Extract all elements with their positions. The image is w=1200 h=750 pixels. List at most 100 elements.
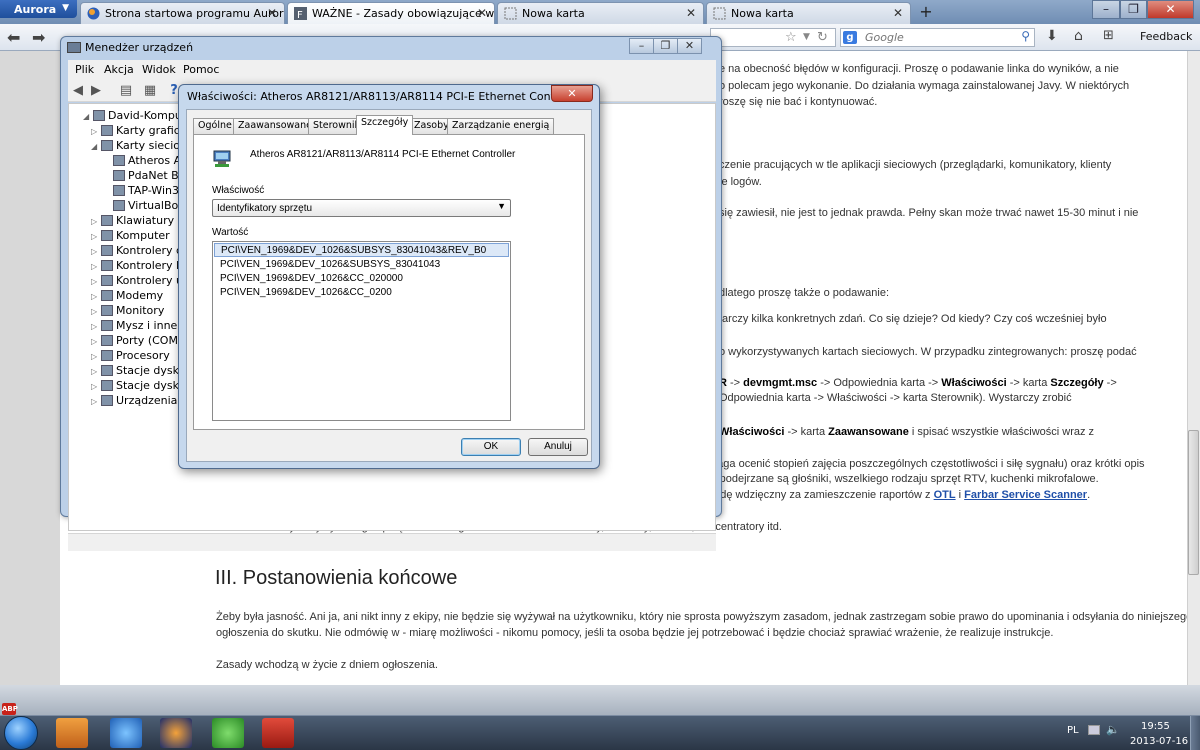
minimize-button[interactable]: – (1092, 0, 1120, 19)
expand-arrow-icon[interactable]: ▷ (91, 307, 101, 316)
scrollbar-thumb[interactable] (1188, 430, 1199, 575)
expand-arrow-icon[interactable]: ▷ (91, 232, 101, 241)
expand-arrow-icon[interactable]: ▷ (91, 367, 101, 376)
cancel-button[interactable]: Anuluj (528, 438, 588, 456)
history-dropdown-icon[interactable]: ▼ (803, 32, 810, 42)
tab-start-page[interactable]: Strona startowa programu Aurora ✕ (80, 2, 285, 24)
close-window-button[interactable]: ✕ (1147, 0, 1194, 19)
list-item[interactable]: PCI\VEN_1969&DEV_1026&CC_020000 (214, 272, 509, 286)
close-icon[interactable]: ✕ (893, 6, 903, 20)
tree-node[interactable]: ▷ Komputer (91, 229, 170, 242)
clock-date[interactable]: 2013-07-16 (1130, 736, 1188, 747)
tree-node[interactable]: ▷ Porty (COM i (91, 334, 185, 347)
feedback-button[interactable]: Feedback (1140, 30, 1192, 43)
tree-node[interactable]: ▷ Kontrolery ur (91, 274, 188, 287)
tree-node[interactable]: TAP-Win3 (113, 184, 179, 197)
back-arrow-icon[interactable]: ⬅ (7, 28, 20, 47)
close-icon[interactable]: ✕ (267, 6, 277, 20)
close-button[interactable]: ✕ (677, 38, 702, 54)
network-tray-icon[interactable] (1088, 725, 1100, 735)
maximize-button[interactable]: ❐ (653, 38, 678, 54)
url-bar[interactable]: ☆ ▼ ↻ (710, 28, 836, 47)
tree-node-label: Procesory (116, 349, 170, 362)
close-icon[interactable]: ✕ (477, 6, 487, 20)
info-app-icon[interactable] (212, 718, 244, 748)
tree-node[interactable]: ▷ Modemy (91, 289, 163, 302)
clock-time[interactable]: 19:55 (1141, 721, 1170, 732)
menu-file[interactable]: Plik (75, 63, 94, 76)
adblock-icon[interactable]: ABP (2, 703, 18, 715)
tab-advanced[interactable]: Zaawansowane (233, 118, 317, 134)
expand-arrow-icon[interactable]: ▷ (91, 277, 101, 286)
list-item[interactable]: PCI\VEN_1969&DEV_1026&SUBSYS_83041043&RE… (214, 243, 509, 257)
media-player-icon[interactable] (56, 718, 88, 748)
reload-icon[interactable]: ↻ (817, 30, 828, 45)
volume-icon[interactable]: 🔈 (1106, 723, 1120, 736)
tab-new-1[interactable]: Nowa karta ✕ (497, 2, 704, 24)
collapse-arrow-icon[interactable]: ◢ (83, 112, 93, 121)
otl-link[interactable]: OTL (934, 489, 956, 501)
search-input[interactable] (865, 30, 1015, 45)
tree-node[interactable]: ▷ Kontrolery IDI (91, 259, 191, 272)
tree-node[interactable]: ▷ Kontrolery dź (91, 244, 189, 257)
expand-arrow-icon[interactable]: ▷ (91, 382, 101, 391)
minimize-button[interactable]: – (629, 38, 654, 54)
close-icon[interactable]: ✕ (686, 6, 696, 20)
tab-rules[interactable]: F WAŻNE - Zasady obowiązujące w dzi... ✕ (287, 2, 495, 24)
expand-arrow-icon[interactable]: ▷ (91, 217, 101, 226)
tab-general[interactable]: Ogólne (193, 118, 237, 134)
farbar-link[interactable]: Farbar Service Scanner (964, 489, 1087, 501)
forward-arrow-icon[interactable]: ▶ (88, 83, 104, 99)
back-arrow-icon[interactable]: ◀ (70, 83, 86, 99)
value-list[interactable]: PCI\VEN_1969&DEV_1026&SUBSYS_83041043&RE… (212, 241, 511, 421)
collapse-arrow-icon[interactable]: ◢ (91, 142, 101, 151)
internet-explorer-icon[interactable] (110, 718, 142, 748)
expand-arrow-icon[interactable]: ▷ (91, 337, 101, 346)
document-icon[interactable]: ▦ (142, 83, 158, 99)
expand-arrow-icon[interactable]: ▷ (91, 322, 101, 331)
aurora-browser-icon[interactable] (160, 718, 192, 748)
tree-node[interactable]: VirtualBox (113, 199, 184, 212)
tree-node[interactable]: ▷ Procesory (91, 349, 170, 362)
list-item[interactable]: PCI\VEN_1969&DEV_1026&SUBSYS_83041043 (214, 258, 509, 272)
page-text-line: roszę się nie bać i kontynuować. (719, 96, 878, 108)
close-button[interactable]: ✕ (551, 85, 593, 102)
language-indicator[interactable]: PL (1067, 725, 1079, 736)
tree-node[interactable]: ▷ Klawiatury (91, 214, 174, 227)
toolbar-extension-icon[interactable]: ⊞ (1103, 28, 1114, 43)
menu-view[interactable]: Widok (142, 63, 176, 76)
tree-node[interactable]: ▷ Monitory (91, 304, 164, 317)
maximize-button[interactable]: ❐ (1120, 0, 1147, 19)
expand-arrow-icon[interactable]: ▷ (91, 292, 101, 301)
list-item[interactable]: PCI\VEN_1969&DEV_1026&CC_0200 (214, 286, 509, 300)
tree-node[interactable]: Atheros A (113, 154, 181, 167)
show-desktop-button[interactable] (1190, 716, 1200, 750)
page-text-line: dlatego proszę także o podawanie: (719, 287, 890, 299)
new-tab-button[interactable]: + (912, 2, 940, 24)
page-scrollbar[interactable] (1187, 51, 1200, 685)
bookmark-star-icon[interactable]: ☆ (785, 30, 797, 45)
property-select[interactable]: Identyfikatory sprzętu ▼ (212, 199, 511, 217)
download-icon[interactable]: ⬇ (1046, 28, 1058, 44)
properties-icon[interactable]: ▤ (118, 83, 134, 99)
google-icon: g (843, 31, 857, 44)
tab-power-management[interactable]: Zarządzanie energią (447, 118, 555, 134)
ok-button[interactable]: OK (461, 438, 521, 456)
tab-new-2[interactable]: Nowa karta ✕ (706, 2, 911, 24)
expand-arrow-icon[interactable]: ▷ (91, 127, 101, 136)
menu-help[interactable]: Pomoc (183, 63, 219, 76)
home-icon[interactable]: ⌂ (1074, 28, 1083, 44)
menu-action[interactable]: Akcja (104, 63, 134, 76)
search-box[interactable]: g ⚲ (840, 28, 1035, 47)
expand-arrow-icon[interactable]: ▷ (91, 262, 101, 271)
expand-arrow-icon[interactable]: ▷ (91, 247, 101, 256)
forward-arrow-icon[interactable]: ➡ (32, 28, 45, 47)
device-manager-taskbar-icon[interactable] (262, 718, 294, 748)
search-icon[interactable]: ⚲ (1021, 29, 1030, 43)
start-button[interactable] (4, 716, 38, 750)
expand-arrow-icon[interactable]: ▷ (91, 352, 101, 361)
expand-arrow-icon[interactable]: ▷ (91, 397, 101, 406)
tree-node[interactable]: PdaNet Br (113, 169, 183, 182)
tab-details[interactable]: Szczegóły (356, 115, 414, 135)
aurora-menu-button[interactable]: Aurora ▼ (0, 0, 77, 18)
